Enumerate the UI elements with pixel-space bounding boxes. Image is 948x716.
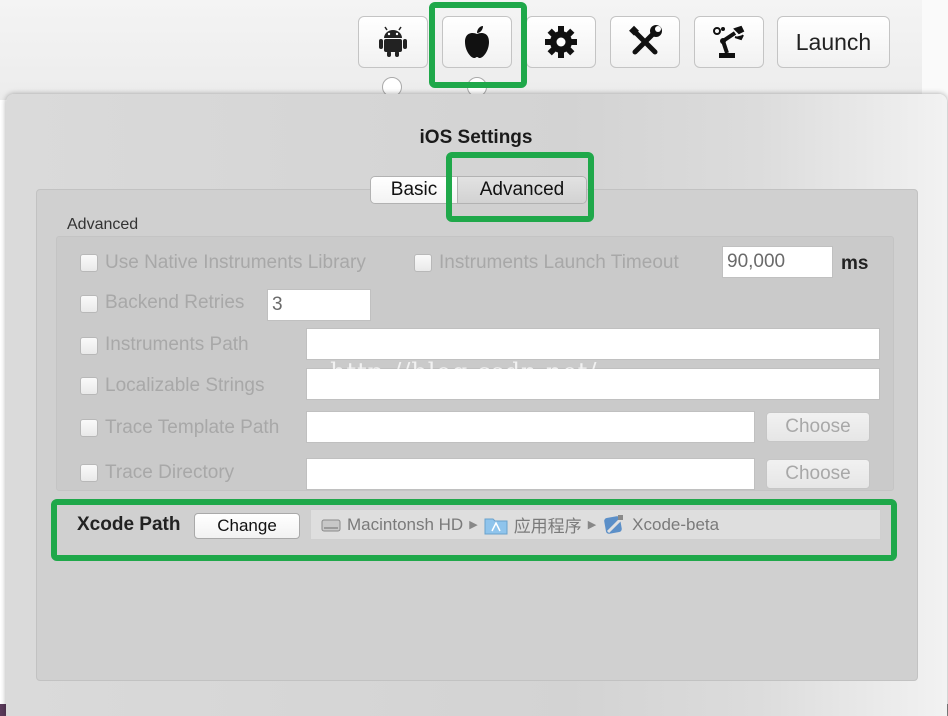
trace-directory-label: Trace Directory [105, 462, 235, 483]
tab-basic[interactable]: Basic [371, 177, 458, 203]
applications-folder-icon [484, 518, 508, 534]
trace-template-checkbox[interactable] [80, 419, 98, 437]
localizable-strings-checkbox[interactable] [80, 377, 98, 395]
native-instruments-label: Use Native Instruments Library [105, 252, 366, 273]
launch-timeout-label: Instruments Launch Timeout [439, 252, 679, 273]
trace-template-input[interactable] [306, 411, 755, 443]
group-label-advanced: Advanced [67, 216, 139, 233]
gear-icon [545, 26, 577, 58]
path-control[interactable]: Macintonsh HD ▶ 应用程序 ▶ Xcode-beta [310, 509, 881, 540]
trace-template-label: Trace Template Path [105, 417, 280, 438]
tab-advanced[interactable]: Advanced [458, 177, 586, 203]
android-button[interactable] [358, 16, 428, 68]
instruments-path-label: Instruments Path [105, 334, 249, 355]
watermark: http://blog.csdn.net/ [330, 358, 598, 386]
native-instruments-checkbox[interactable] [80, 254, 98, 272]
path-separator-icon: ▶ [469, 519, 478, 531]
apple-icon [465, 26, 489, 58]
settings-button[interactable] [526, 16, 596, 68]
launch-timeout-input[interactable]: 90,000 [722, 246, 833, 278]
tab-control: Basic Advanced [370, 176, 587, 204]
backend-retries-checkbox[interactable] [80, 295, 98, 313]
android-icon [379, 26, 407, 57]
robot-arm-icon [713, 25, 745, 58]
localizable-strings-label: Localizable Strings [105, 375, 265, 396]
apple-button[interactable] [442, 16, 512, 68]
hard-disk-icon [321, 519, 341, 531]
xcode-path-label: Xcode Path [77, 514, 181, 535]
path-segment-applications[interactable]: 应用程序 [484, 512, 582, 537]
path-applications-label: 应用程序 [513, 517, 582, 536]
path-disk-label: Macintonsh HD [347, 514, 464, 534]
tools-button[interactable] [610, 16, 680, 68]
instruments-path-checkbox[interactable] [80, 337, 98, 355]
robot-arm-button[interactable] [694, 16, 764, 68]
path-segment-xcode[interactable]: Xcode-beta [602, 514, 719, 536]
wrench-screwdriver-icon [629, 25, 662, 55]
trace-directory-checkbox[interactable] [80, 464, 98, 482]
path-segment-disk[interactable]: Macintonsh HD [321, 515, 463, 535]
xcode-icon [604, 514, 624, 534]
trace-directory-choose-button[interactable]: Choose [766, 459, 870, 489]
trace-template-choose-button[interactable]: Choose [766, 412, 870, 442]
trace-directory-input[interactable] [306, 458, 755, 490]
launch-timeout-checkbox[interactable] [414, 254, 432, 272]
path-separator-icon: ▶ [587, 519, 597, 531]
backend-retries-input[interactable]: 3 [267, 289, 371, 321]
backend-retries-label: Backend Retries [105, 292, 245, 313]
launch-button[interactable]: Launch [777, 16, 890, 68]
timeout-unit-label: ms [841, 253, 869, 274]
instruments-path-input[interactable] [306, 328, 880, 360]
sheet-title: iOS Settings [419, 127, 533, 148]
path-xcode-label: Xcode-beta [632, 514, 720, 534]
change-button[interactable]: Change [194, 513, 300, 539]
